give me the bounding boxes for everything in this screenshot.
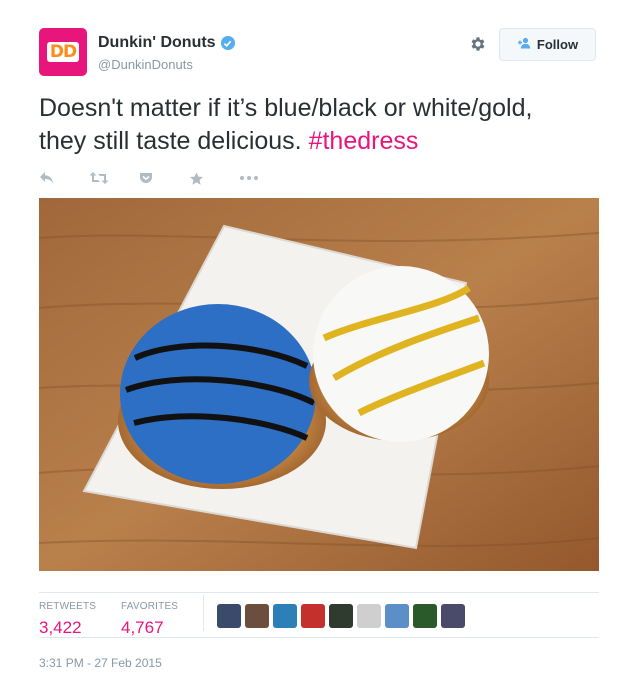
follow-button[interactable]: Follow [499, 28, 596, 61]
favorites-label: FAVORITES [121, 601, 179, 612]
timestamp[interactable]: 3:31 PM - 27 Feb 2015 [39, 656, 162, 670]
divider-bottom [39, 637, 599, 638]
favoriter-avatars [217, 604, 465, 628]
favorite-star-icon[interactable] [189, 168, 239, 188]
gear-icon[interactable] [469, 35, 487, 53]
favoriter-avatar[interactable] [441, 604, 465, 628]
retweets-stat[interactable]: RETWEETS 3,422 [39, 601, 96, 638]
display-name[interactable]: Dunkin' Donuts [98, 34, 235, 52]
tweet-text: Doesn't matter if it’s blue/black or whi… [39, 92, 604, 158]
favoriter-avatar[interactable] [385, 604, 409, 628]
tweet-photo[interactable] [39, 198, 599, 571]
verified-badge-icon [220, 36, 235, 50]
divider-top [39, 592, 599, 593]
more-icon[interactable] [239, 168, 289, 188]
favoriter-avatar[interactable] [245, 604, 269, 628]
pocket-icon[interactable] [139, 168, 189, 188]
tweet-line-2: they still taste delicious. [39, 127, 302, 155]
favoriter-avatar[interactable] [273, 604, 297, 628]
tweet-actions [39, 168, 289, 188]
stats-divider [203, 595, 204, 631]
favorites-stat[interactable]: FAVORITES 4,767 [121, 601, 178, 638]
follow-person-icon [517, 37, 531, 52]
favoriter-avatar[interactable] [329, 604, 353, 628]
dunkin-logo: DD [46, 42, 80, 62]
favoriter-avatar[interactable] [357, 604, 381, 628]
avatar[interactable]: DD [39, 28, 87, 76]
favoriter-avatar[interactable] [413, 604, 437, 628]
user-handle[interactable]: @DunkinDonuts [98, 57, 193, 72]
hashtag-link[interactable]: #thedress [309, 127, 419, 155]
follow-label: Follow [536, 37, 579, 52]
retweet-icon[interactable] [89, 168, 139, 188]
favorites-count: 4,767 [121, 618, 164, 637]
display-name-text: Dunkin' Donuts [98, 34, 216, 51]
tweet-line-1: Doesn't matter if it’s blue/black or whi… [39, 94, 533, 122]
favoriter-avatar[interactable] [301, 604, 325, 628]
retweets-label: RETWEETS [39, 601, 97, 612]
favoriter-avatar[interactable] [217, 604, 241, 628]
retweets-count: 3,422 [39, 618, 82, 637]
reply-icon[interactable] [39, 168, 89, 188]
